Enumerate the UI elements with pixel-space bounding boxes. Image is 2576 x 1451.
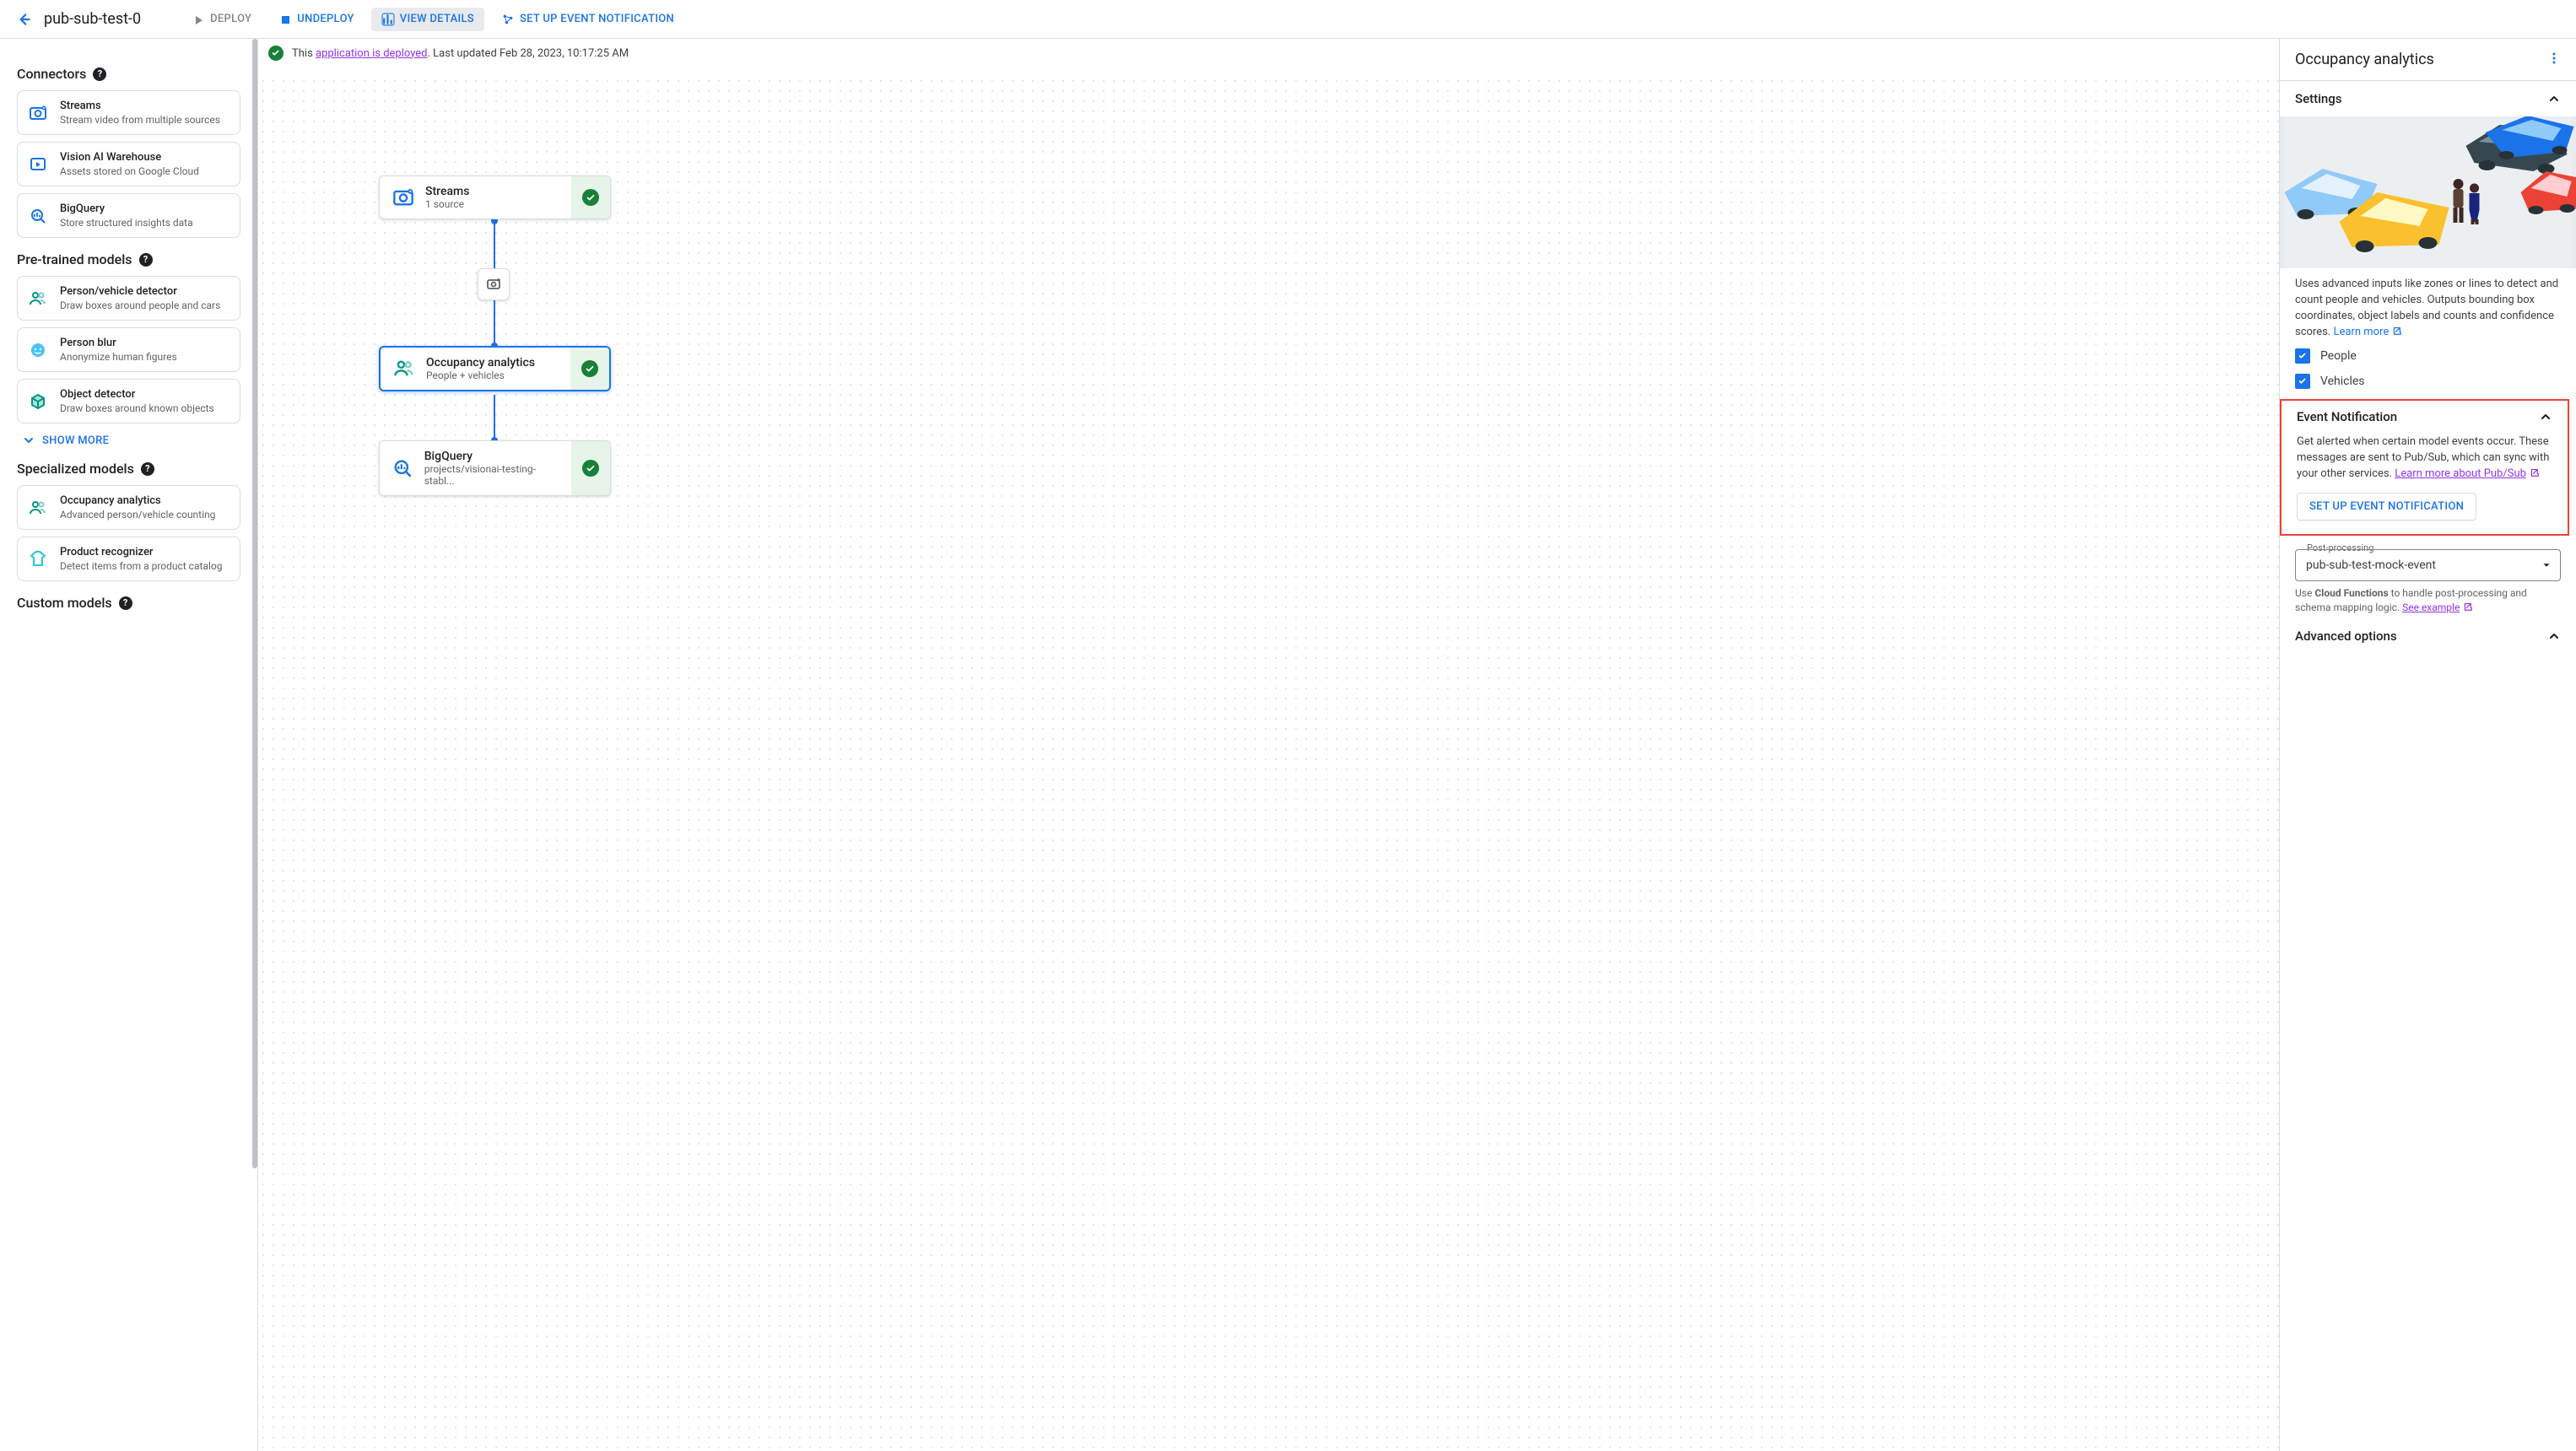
checkbox-checked-icon [2295,374,2310,389]
people-alt-icon [28,289,48,309]
deploy-button[interactable]: Deploy [181,8,262,31]
deploy-status: This application is deployed. Last updat… [268,46,629,61]
connectors-heading: Connectors ? [17,66,240,82]
show-more-button[interactable]: Show more [22,434,240,447]
people-checkbox-row[interactable]: People [2280,343,2576,369]
node-streams[interactable]: Streams 1 source [379,175,611,219]
pretrained-heading: Pre-trained models ? [17,251,240,267]
chevron-up-icon [2547,629,2561,643]
chevron-down-icon [22,434,35,447]
back-button[interactable] [10,6,37,33]
bigquery-icon [392,457,414,479]
stop-icon [278,13,292,26]
bar-chart-icon [381,13,395,26]
external-link-icon [2391,326,2401,336]
play-box-icon [28,154,48,175]
external-link-icon [2462,601,2472,612]
settings-accordion[interactable]: Settings [2280,81,2576,116]
event-description: Get alerted when certain model events oc… [2282,434,2568,483]
component-sidebar: Connectors ? Streams Stream video from m… [0,39,258,1451]
tshirt-icon [28,549,48,569]
cube-icon [28,391,48,412]
external-link-icon [2529,467,2539,477]
check-circle-icon [268,46,284,61]
model-occupancy[interactable]: Occupancy analytics Advanced person/vehi… [17,485,240,530]
chevron-up-icon [2547,92,2561,105]
hero-illustration [2280,116,2576,268]
edge [494,395,495,440]
bigquery-icon [28,206,48,226]
post-processing-hint: Use Cloud Functions to handle post-proce… [2280,583,2576,618]
graph-canvas[interactable]: Streams 1 source Occupancy analytics Peo… [258,76,2279,1451]
setup-event-button[interactable]: Set up event notification [2297,493,2476,521]
camera-icon [485,276,502,293]
advanced-accordion[interactable]: Advanced options [2280,618,2576,654]
deployed-link[interactable]: application is deployed [316,47,428,60]
help-icon[interactable]: ? [119,596,132,610]
check-circle-icon [581,360,598,377]
model-person-vehicle[interactable]: Person/vehicle detector Draw boxes aroun… [17,276,240,321]
help-icon[interactable]: ? [141,462,154,476]
panel-menu-button[interactable] [2547,51,2561,68]
node-status [571,441,610,495]
topbar: pub-sub-test-0 Deploy Undeploy View deta… [0,0,2576,39]
post-processing-select[interactable]: pub-sub-test-mock-event [2295,549,2561,581]
face-icon [28,340,48,360]
model-object-detector[interactable]: Object detector Draw boxes around known … [17,379,240,423]
connector-streams[interactable]: Streams Stream video from multiple sourc… [17,90,240,135]
connector-warehouse[interactable]: Vision AI Warehouse Assets stored on Goo… [17,142,240,186]
node-status [570,348,609,390]
undeploy-button[interactable]: Undeploy [268,8,365,31]
node-bigquery[interactable]: BigQuery projects/visionai-testing-stabl… [379,440,611,496]
people-alt-icon [392,358,416,380]
custom-heading: Custom models ? [17,595,240,611]
event-notification-section: Event Notification Get alerted when cert… [2280,399,2569,536]
help-icon[interactable]: ? [93,67,106,81]
check-circle-icon [582,189,599,206]
connector-bigquery[interactable]: BigQuery Store structured insights data [17,193,240,238]
play-icon [192,13,205,26]
event-accordion[interactable]: Event Notification [2282,404,2568,434]
graph-canvas-wrap: This application is deployed. Last updat… [258,39,2279,1451]
learn-pubsub-link[interactable]: Learn more about Pub/Sub [2395,467,2526,480]
chevron-up-icon [2539,410,2552,423]
flip-camera-icon [392,186,415,208]
model-person-blur[interactable]: Person blur Anonymize human figures [17,327,240,372]
node-occupancy[interactable]: Occupancy analytics People + vehicles [379,346,611,391]
arrow-left-icon [15,11,32,28]
mid-camera-node[interactable] [478,268,510,300]
caret-down-icon [2541,559,2552,571]
vehicles-checkbox-row[interactable]: Vehicles [2280,369,2576,394]
details-panel: Occupancy analytics Settings [2279,39,2576,1451]
help-icon[interactable]: ? [139,253,153,267]
learn-more-link[interactable]: Learn more [2333,326,2401,338]
model-description: Uses advanced inputs like zones or lines… [2280,268,2576,343]
app-title: pub-sub-test-0 [44,10,141,28]
flip-camera-icon [28,103,48,123]
model-product-recognizer[interactable]: Product recognizer Detect items from a p… [17,537,240,581]
more-vert-icon [2547,51,2561,65]
node-status [571,176,610,218]
specialized-heading: Specialized models ? [17,461,240,477]
see-example-link[interactable]: See example [2402,601,2460,613]
network-icon [501,13,515,26]
sidebar-scrollbar[interactable] [252,39,257,1451]
people-alt-icon [28,498,48,518]
checkbox-checked-icon [2295,348,2310,364]
check-circle-icon [582,460,599,477]
view-details-button[interactable]: View details [371,8,484,31]
panel-title: Occupancy analytics [2295,51,2434,68]
setup-event-button-top[interactable]: Set up event notification [491,8,684,31]
